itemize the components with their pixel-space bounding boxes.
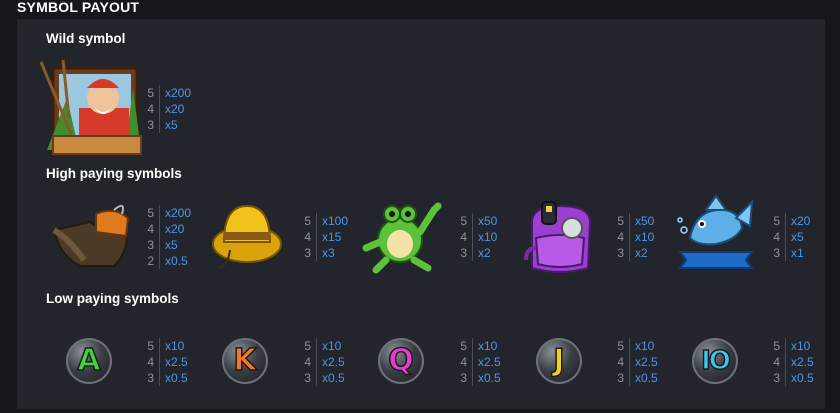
count: 3 (460, 371, 467, 385)
letter-q-payout-table: 5 4 3 x10 x2.5 x0.5 (455, 338, 501, 386)
letter-k-label: K (233, 342, 258, 379)
count: 5 (147, 86, 154, 100)
count: 3 (147, 118, 154, 132)
frog-icon (362, 198, 442, 274)
multiplier: x0.5 (165, 254, 188, 268)
hat-icon (210, 200, 284, 272)
multiplier: x20 (165, 102, 185, 116)
number-ten-icon: IO (692, 338, 738, 384)
multiplier: x0.5 (635, 371, 658, 385)
hat-payout-table: 5 4 3 x100 x15 x3 (299, 213, 348, 261)
letter-a-icon: A (66, 338, 112, 384)
number-ten-label: IO (700, 345, 731, 377)
multiplier: x10 (635, 339, 655, 353)
multiplier: x200 (165, 86, 192, 100)
section-title-high: High paying symbols (46, 166, 182, 181)
letter-k-icon: K (222, 338, 268, 384)
count: 4 (617, 230, 624, 244)
multiplier: x50 (635, 214, 655, 228)
count: 5 (460, 214, 467, 228)
count: 3 (617, 371, 624, 385)
letter-a-label: A (77, 342, 102, 379)
multiplier: x5 (165, 118, 178, 132)
count: 3 (147, 238, 154, 252)
multiplier: x2 (635, 246, 648, 260)
multiplier: x10 (165, 339, 185, 353)
count: 5 (773, 339, 780, 353)
multiplier: x2.5 (791, 355, 814, 369)
count: 4 (147, 222, 154, 236)
count: 4 (304, 230, 311, 244)
multiplier: x2.5 (635, 355, 658, 369)
page-title: SYMBOL PAYOUT (17, 0, 140, 15)
multiplier: x10 (478, 230, 498, 244)
count: 5 (773, 214, 780, 228)
letter-j-payout-table: 5 4 3 x10 x2.5 x0.5 (612, 338, 658, 386)
boot-icon (50, 200, 132, 272)
letter-a-payout-table: 5 4 3 x10 x2.5 x0.5 (142, 338, 188, 386)
count: 4 (773, 355, 780, 369)
count: 3 (147, 371, 154, 385)
wild-payout-table: 5 4 3 x200 x20 x5 (142, 85, 191, 133)
number-ten-payout-table: 5 4 3 x10 x2.5 x0.5 (768, 338, 814, 386)
multiplier: x10 (635, 230, 655, 244)
multiplier: x2.5 (165, 355, 188, 369)
count: 3 (460, 246, 467, 260)
multiplier: x0.5 (165, 371, 188, 385)
count: 3 (304, 371, 311, 385)
count: 5 (617, 214, 624, 228)
letter-q-label: Q (387, 342, 414, 379)
count: 4 (147, 355, 154, 369)
letter-q-icon: Q (378, 338, 424, 384)
count: 4 (147, 102, 154, 116)
multiplier: x5 (165, 238, 178, 252)
multiplier: x10 (322, 339, 342, 353)
count: 3 (773, 371, 780, 385)
count: 5 (304, 339, 311, 353)
count: 5 (147, 206, 154, 220)
count: 5 (147, 339, 154, 353)
count: 5 (617, 339, 624, 353)
multiplier: x20 (791, 214, 811, 228)
frog-payout-table: 5 4 3 x50 x10 x2 (455, 213, 497, 261)
multiplier: x2.5 (322, 355, 345, 369)
multiplier: x1 (791, 246, 804, 260)
fisherman-icon (37, 58, 143, 156)
count: 4 (773, 230, 780, 244)
section-title-low: Low paying symbols (46, 291, 179, 306)
letter-j-label: J (553, 342, 566, 379)
fish-payout-table: 5 4 3 x20 x5 x1 (768, 213, 810, 261)
multiplier: x3 (322, 246, 335, 260)
fish-icon (676, 194, 756, 274)
multiplier: x10 (791, 339, 811, 353)
multiplier: x0.5 (322, 371, 345, 385)
letter-k-payout-table: 5 4 3 x10 x2.5 x0.5 (299, 338, 345, 386)
letter-j-icon: J (536, 338, 582, 384)
section-title-wild: Wild symbol (46, 31, 126, 46)
multiplier: x15 (322, 230, 342, 244)
multiplier: x5 (791, 230, 804, 244)
count: 4 (304, 355, 311, 369)
multiplier: x2 (478, 246, 491, 260)
count: 4 (460, 355, 467, 369)
count: 4 (460, 230, 467, 244)
count: 3 (773, 246, 780, 260)
multiplier: x0.5 (791, 371, 814, 385)
multiplier: x100 (322, 214, 349, 228)
multiplier: x10 (478, 339, 498, 353)
backpack-payout-table: 5 4 3 x50 x10 x2 (612, 213, 654, 261)
count: 3 (304, 246, 311, 260)
count: 2 (147, 254, 154, 268)
count: 3 (617, 246, 624, 260)
multiplier: x0.5 (478, 371, 501, 385)
multiplier: x200 (165, 206, 192, 220)
multiplier: x50 (478, 214, 498, 228)
count: 5 (304, 214, 311, 228)
backpack-icon (522, 198, 598, 276)
boot-payout-table: 5 4 3 2 x200 x20 x5 x0.5 (142, 205, 191, 269)
count: 5 (460, 339, 467, 353)
count: 4 (617, 355, 624, 369)
multiplier: x20 (165, 222, 185, 236)
multiplier: x2.5 (478, 355, 501, 369)
